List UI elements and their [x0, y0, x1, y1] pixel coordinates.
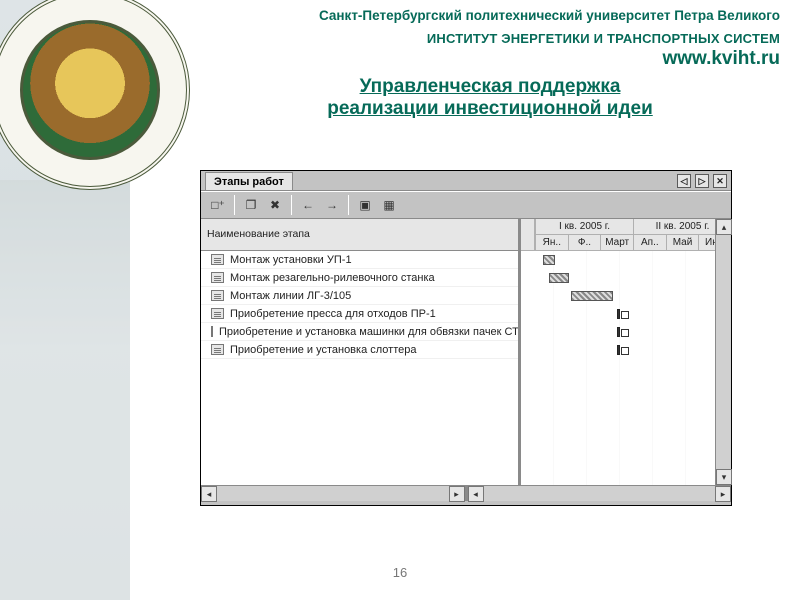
stage-row[interactable]: Монтаж линии ЛГ-3/105: [201, 287, 518, 305]
copy-icon[interactable]: ❐: [240, 194, 262, 216]
vertical-scrollbar[interactable]: ▴ ▾: [715, 219, 731, 485]
header-block: Санкт-Петербургский политехнический унив…: [200, 8, 780, 120]
gantt-milestone[interactable]: [617, 309, 620, 319]
gantt-bar[interactable]: [543, 255, 555, 265]
stage-name: Монтаж установки УП-1: [230, 254, 352, 266]
toolbar-sep: [234, 195, 235, 215]
month-cell: Ф..: [568, 235, 601, 251]
arrow-left-icon[interactable]: ←: [297, 194, 319, 216]
stage-name: Монтаж линии ЛГ-3/105: [230, 290, 351, 302]
app-panel: Этапы работ ◁ ▷ ✕ □⁺ ❐ ✖ ← → ▣ ▦ Наимено…: [200, 170, 732, 506]
stage-name: Приобретение и установка слоттера: [230, 344, 416, 356]
scroll-right-icon[interactable]: ▸: [449, 486, 465, 502]
scroll-down-icon[interactable]: ▾: [716, 469, 732, 485]
scroll-right-icon[interactable]: ▸: [715, 486, 731, 502]
split-view: Наименование этапа Монтаж установки УП-1…: [201, 219, 731, 485]
stages-header: Наименование этапа: [201, 219, 518, 251]
coat-of-arms: [20, 20, 160, 160]
gantt-bar[interactable]: [571, 291, 613, 301]
stage-icon: [211, 344, 224, 355]
window-controls: ◁ ▷ ✕: [677, 174, 727, 190]
gantt-row: [521, 251, 731, 269]
slide-title-line2: реализации инвестиционной идеи: [200, 98, 780, 120]
stage-row[interactable]: Монтаж установки УП-1: [201, 251, 518, 269]
toolbar-sep: [348, 195, 349, 215]
scroll-left-icon[interactable]: ◂: [468, 486, 484, 502]
tab-stages[interactable]: Этапы работ: [205, 172, 293, 190]
stage-row[interactable]: Приобретение пресса для отходов ПР-1: [201, 305, 518, 323]
month-cell: Май: [666, 235, 699, 251]
university-seal: [0, 0, 190, 190]
slide-title-line1: Управленческая поддержка: [200, 76, 780, 98]
university-name: Санкт-Петербургский политехнический унив…: [200, 8, 780, 23]
gantt-area: [521, 251, 731, 485]
toggle-icon[interactable]: ▣: [354, 194, 376, 216]
stage-row[interactable]: Приобретение и установка машинки для обв…: [201, 323, 518, 341]
grid-icon[interactable]: ▦: [378, 194, 400, 216]
scroll-left-icon[interactable]: ◂: [201, 486, 217, 502]
scroll-track[interactable]: [716, 235, 731, 469]
stage-name: Монтаж резагельно-рилевочного станка: [230, 272, 435, 284]
page-number: 16: [0, 565, 800, 580]
gantt-row: [521, 269, 731, 287]
stage-name: Приобретение пресса для отходов ПР-1: [230, 308, 436, 320]
quarter-1: I кв. 2005 г.: [535, 219, 633, 235]
header-stub: [521, 219, 535, 251]
stage-icon: [211, 272, 224, 283]
month-cell: Март: [600, 235, 633, 251]
scroll-up-icon[interactable]: ▴: [716, 219, 732, 235]
stage-row[interactable]: Монтаж резагельно-рилевочного станка: [201, 269, 518, 287]
building-photo: [0, 180, 130, 600]
stage-name: Приобретение и установка машинки для обв…: [219, 326, 518, 338]
toolbar-sep: [291, 195, 292, 215]
gantt-row: [521, 323, 731, 341]
gantt-row: [521, 305, 731, 323]
stage-icon: [211, 326, 213, 337]
gantt-row: [521, 287, 731, 305]
gantt-column: I кв. 2005 г. II кв. 2005 г. Ян.. Ф.. Ма…: [521, 219, 731, 485]
right-horizontal-scrollbar[interactable]: ◂ ▸: [468, 485, 732, 501]
site-url: www.kviht.ru: [200, 48, 780, 70]
timeline-header: I кв. 2005 г. II кв. 2005 г. Ян.. Ф.. Ма…: [521, 219, 731, 251]
prev-icon[interactable]: ◁: [677, 174, 691, 188]
gantt-row: [521, 341, 731, 359]
stage-icon: [211, 254, 224, 265]
scroll-track[interactable]: [484, 486, 716, 501]
institute-name: ИНСТИТУТ ЭНЕРГЕТИКИ И ТРАНСПОРТНЫХ СИСТЕ…: [200, 31, 780, 46]
arrow-right-icon[interactable]: →: [321, 194, 343, 216]
app-header: Этапы работ ◁ ▷ ✕: [201, 171, 731, 191]
stage-icon: [211, 308, 224, 319]
close-icon[interactable]: ✕: [713, 174, 727, 188]
stages-list: Монтаж установки УП-1 Монтаж резагельно-р…: [201, 251, 518, 485]
month-cell: Ян..: [535, 235, 568, 251]
scroll-track[interactable]: [217, 486, 449, 501]
month-cell: Ап..: [633, 235, 666, 251]
left-horizontal-scrollbar[interactable]: ◂ ▸: [201, 485, 468, 501]
app-footer: ◂ ▸ ◂ ▸: [201, 485, 731, 505]
new-doc-icon[interactable]: □⁺: [207, 194, 229, 216]
gantt-bar[interactable]: [549, 273, 569, 283]
next-icon[interactable]: ▷: [695, 174, 709, 188]
stages-column: Наименование этапа Монтаж установки УП-1…: [201, 219, 521, 485]
toolbar: □⁺ ❐ ✖ ← → ▣ ▦: [201, 191, 731, 219]
gantt-milestone[interactable]: [617, 345, 620, 355]
stage-row[interactable]: Приобретение и установка слоттера: [201, 341, 518, 359]
gantt-milestone[interactable]: [617, 327, 620, 337]
delete-icon[interactable]: ✖: [264, 194, 286, 216]
stage-icon: [211, 290, 224, 301]
